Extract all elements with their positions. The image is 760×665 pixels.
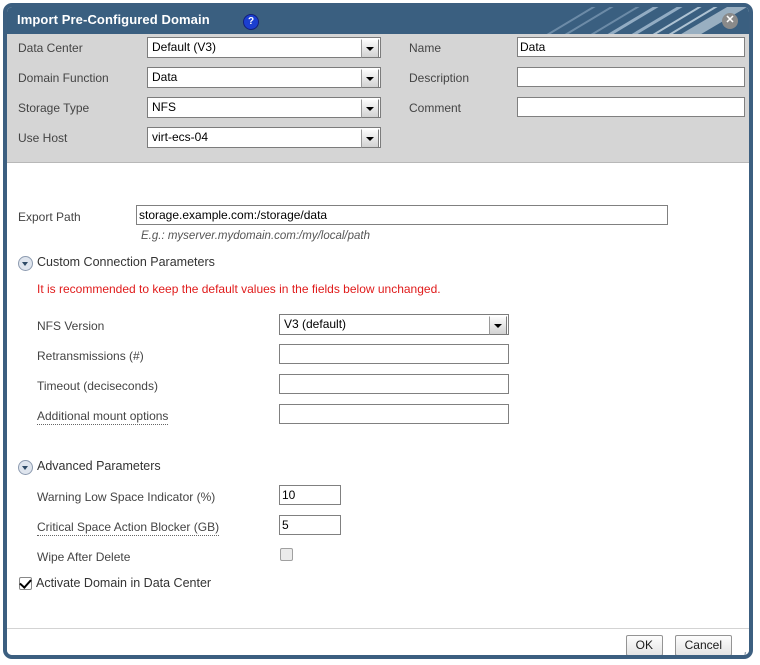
data-center-select[interactable]: Default (V3) — [147, 37, 381, 58]
nfs-version-value: V3 (default) — [284, 317, 347, 331]
import-domain-dialog: Import Pre-Configured Domain ? ✕ Data Ce… — [3, 3, 753, 659]
label-name: Name — [409, 41, 442, 55]
export-path-input[interactable] — [136, 205, 668, 225]
dialog-title: Import Pre-Configured Domain — [17, 12, 210, 27]
chevron-down-icon — [361, 39, 379, 58]
critical-space-blocker-input[interactable] — [279, 515, 341, 535]
advanced-parameters-label: Advanced Parameters — [37, 459, 161, 473]
chevron-down-icon — [361, 99, 379, 118]
warning-low-space-input[interactable] — [279, 485, 341, 505]
resize-grip[interactable] — [733, 648, 747, 659]
dialog-body: Export Path E.g.: myserver.mydomain.com:… — [7, 163, 749, 628]
cancel-button[interactable]: Cancel — [674, 635, 732, 655]
timeout-input[interactable] — [279, 374, 509, 394]
titlebar-decoration — [546, 7, 748, 34]
domain-function-select[interactable]: Data — [147, 67, 381, 88]
label-comment: Comment — [409, 101, 462, 115]
label-nfs-version: NFS Version — [37, 319, 105, 333]
custom-connection-parameters-label: Custom Connection Parameters — [37, 255, 215, 269]
activate-domain-checkbox[interactable] — [19, 577, 32, 590]
export-path-hint: E.g.: myserver.mydomain.com:/my/local/pa… — [141, 230, 371, 242]
label-use-host: Use Host — [18, 131, 68, 145]
label-additional-mount-options: Additional mount options — [37, 409, 169, 425]
wipe-after-delete-checkbox[interactable] — [280, 548, 293, 561]
storage-type-value: NFS — [152, 100, 176, 114]
data-center-value: Default (V3) — [152, 40, 217, 54]
name-input[interactable] — [517, 37, 745, 57]
close-icon[interactable]: ✕ — [722, 13, 738, 29]
label-timeout: Timeout (deciseconds) — [37, 379, 158, 393]
domain-function-value: Data — [152, 70, 178, 84]
retransmissions-input[interactable] — [279, 344, 509, 364]
custom-connection-warning: It is recommended to keep the default va… — [37, 282, 441, 296]
label-wipe-after-delete: Wipe After Delete — [37, 550, 131, 564]
label-domain-function: Domain Function — [18, 71, 109, 85]
dialog-footer: OK Cancel — [7, 628, 749, 659]
chevron-down-icon — [18, 460, 33, 475]
additional-mount-options-input[interactable] — [279, 404, 509, 424]
label-description: Description — [409, 71, 470, 85]
help-icon[interactable]: ? — [243, 14, 259, 30]
nfs-version-select[interactable]: V3 (default) — [279, 314, 509, 335]
primary-settings-panel: Data Center Domain Function Storage Type… — [7, 34, 749, 163]
use-host-select[interactable]: virt-ecs-04 — [147, 127, 381, 148]
chevron-down-icon — [361, 129, 379, 148]
use-host-value: virt-ecs-04 — [152, 130, 209, 144]
label-retransmissions: Retransmissions (#) — [37, 349, 144, 363]
ok-button[interactable]: OK — [625, 635, 663, 655]
label-export-path: Export Path — [18, 210, 81, 224]
label-activate-domain: Activate Domain in Data Center — [36, 576, 212, 590]
label-warning-low-space: Warning Low Space Indicator (%) — [37, 490, 216, 504]
label-storage-type: Storage Type — [18, 101, 90, 115]
dialog-titlebar: Import Pre-Configured Domain ? ✕ — [7, 7, 749, 34]
chevron-down-icon — [18, 256, 33, 271]
storage-type-select[interactable]: NFS — [147, 97, 381, 118]
comment-input[interactable] — [517, 97, 745, 117]
chevron-down-icon — [489, 316, 507, 335]
label-data-center: Data Center — [18, 41, 83, 55]
chevron-down-icon — [361, 69, 379, 88]
description-input[interactable] — [517, 67, 745, 87]
label-critical-space-blocker: Critical Space Action Blocker (GB) — [37, 520, 220, 536]
